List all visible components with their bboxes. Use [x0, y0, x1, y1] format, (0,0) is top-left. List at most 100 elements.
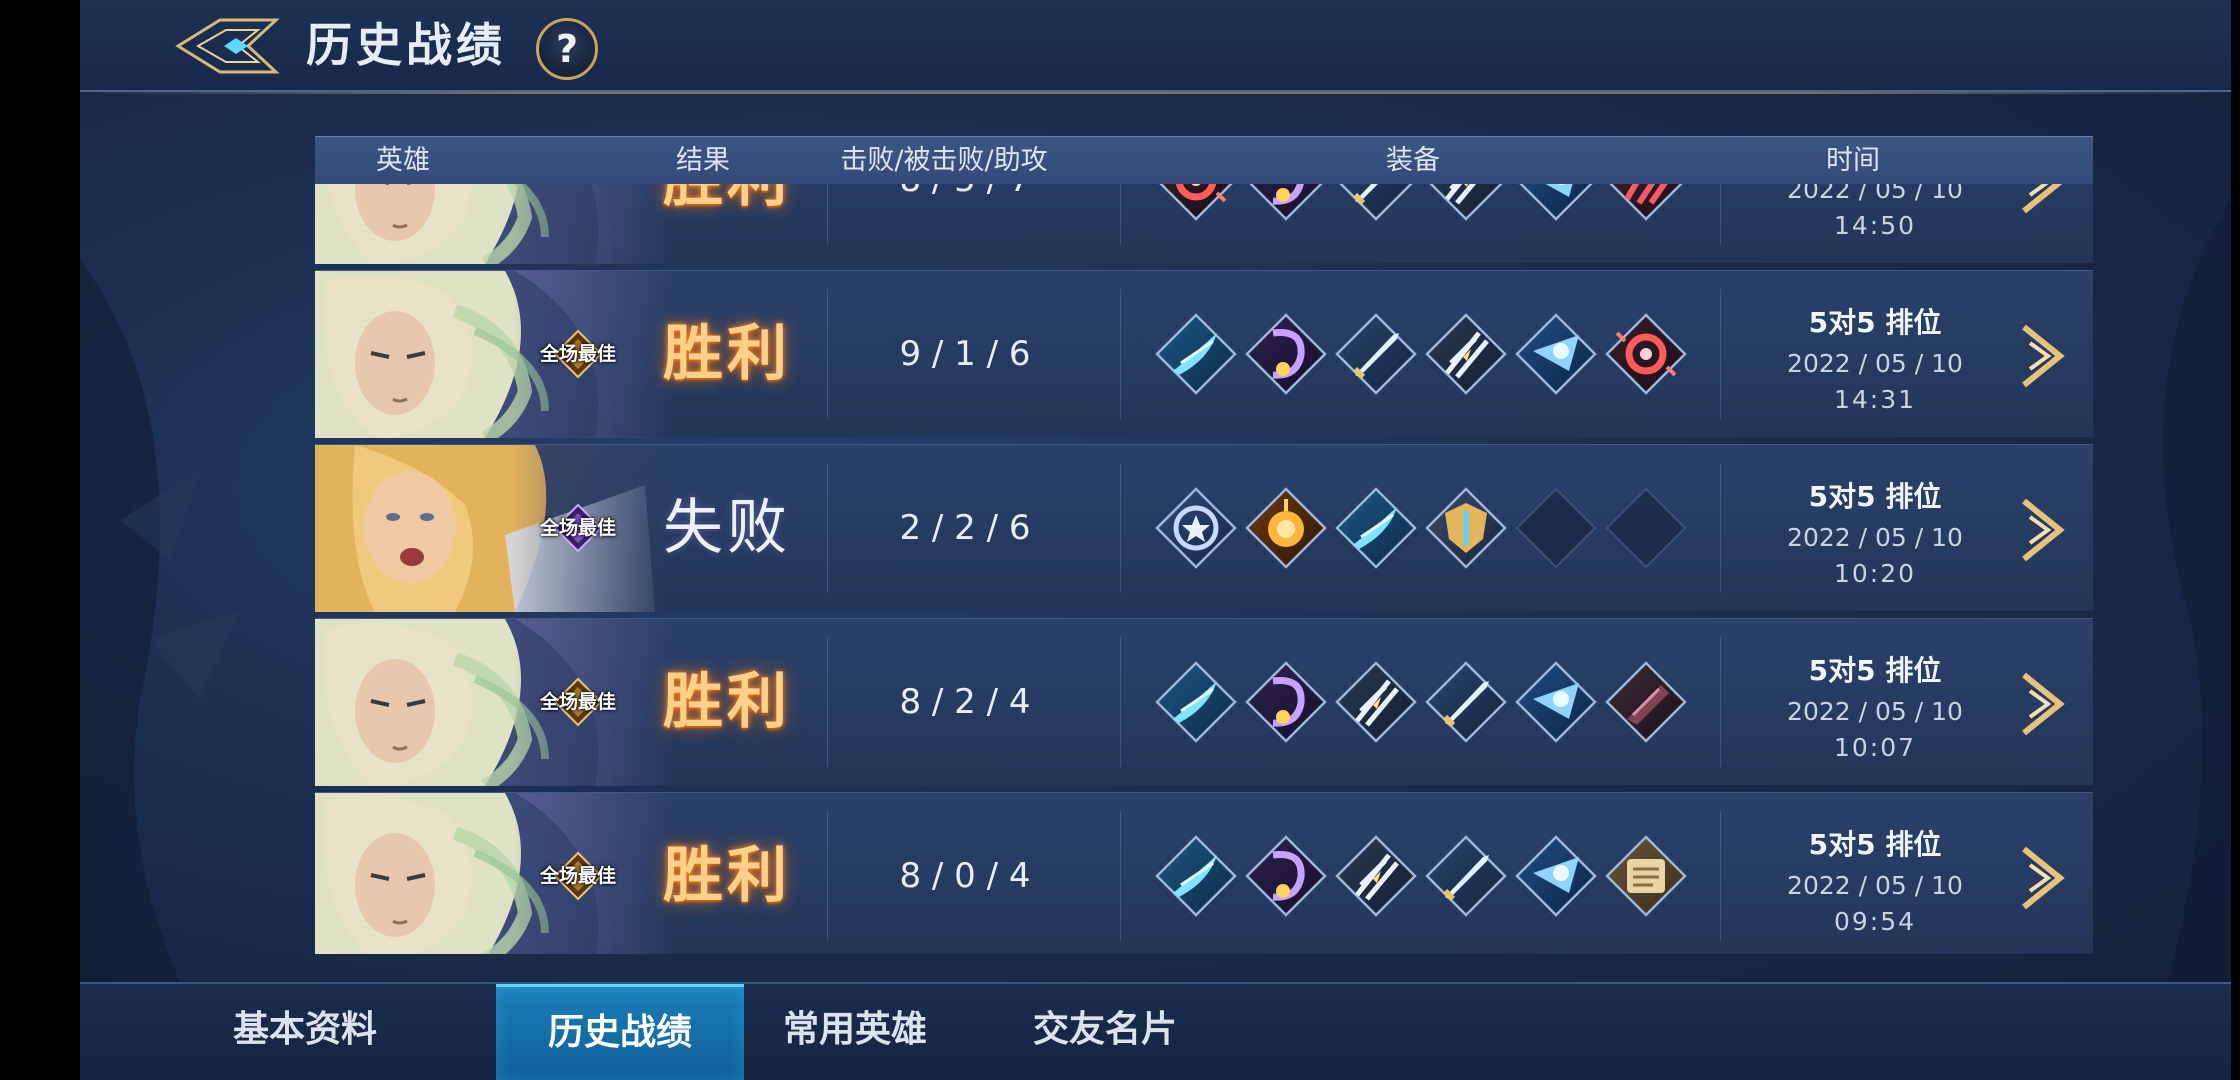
lightning-blade-item-icon [1333, 833, 1419, 919]
kda-score: 2 / 2 / 6 [899, 508, 1031, 548]
cyan-wing-item-icon [1153, 659, 1239, 745]
cyan-wing-item-icon [1333, 485, 1419, 571]
match-date: 2022 / 05 / 10 [1787, 697, 1963, 726]
column-divider [1720, 811, 1721, 941]
match-clock: 09:54 [1833, 907, 1917, 936]
mvp-label: 全场最佳 [539, 691, 616, 713]
blue-crest-item-icon [1513, 659, 1599, 745]
match-result: 胜利 [663, 667, 791, 737]
match-row[interactable]: 全场最佳 失败 2 / 2 / 6 5对5 排位 2022 / 05 / 10 10:20 [315, 444, 2093, 612]
chevron-right-icon[interactable] [2020, 184, 2066, 215]
column-header-kda: 击败/被击败/助攻 [840, 145, 1048, 176]
ice-sword-item-icon [1333, 184, 1419, 223]
hero-portrait [315, 184, 675, 264]
silver-medal-item-icon [1153, 485, 1239, 571]
kda-score: 8 / 0 / 4 [899, 856, 1031, 896]
screen: 历史战绩 ? 英雄 结果 击败/被击败/助攻 装备 时间 胜利 8 / 5 / 7… [0, 0, 2240, 1080]
mvp-badge: 全场最佳 [529, 503, 627, 553]
red-ring-item-icon [1603, 311, 1689, 397]
column-header-time: 时间 [1826, 145, 1880, 176]
golden-shield-item-icon [1423, 485, 1509, 571]
column-divider [1720, 184, 1721, 245]
column-divider [1720, 289, 1721, 419]
column-divider [1120, 811, 1121, 941]
tab-basic-info[interactable]: 基本资料 [220, 984, 390, 1080]
match-row[interactable]: 全场最佳 胜利 8 / 2 / 4 5对5 排位 2022 / 05 / 10 10:07 [315, 618, 2093, 786]
header-bar: 历史战绩 ? [80, 0, 2231, 94]
dark-claw-item-icon [1603, 659, 1689, 745]
match-clock: 10:07 [1833, 733, 1917, 762]
match-date: 2022 / 05 / 10 [1787, 523, 1963, 552]
tab-frequent-heroes[interactable]: 常用英雄 [770, 984, 940, 1080]
blue-crest-item-icon [1513, 833, 1599, 919]
chevron-right-icon[interactable] [2020, 845, 2066, 911]
empty-slot-icon [1513, 485, 1599, 571]
empty-slot-icon [1603, 485, 1689, 571]
mvp-label: 全场最佳 [539, 343, 616, 365]
match-result: 胜利 [627, 184, 827, 264]
mvp-badge: 全场最佳 [529, 329, 627, 379]
column-header-equipment: 装备 [1386, 145, 1440, 176]
lightning-blade-item-icon [1423, 311, 1509, 397]
match-result: 失败 [663, 493, 791, 563]
crimson-claw-item-icon [1603, 184, 1689, 223]
match-clock: 10:20 [1833, 559, 1917, 588]
match-date: 2022 / 05 / 10 [1787, 349, 1963, 378]
match-clock: 14:50 [1833, 211, 1917, 240]
mvp-badge: 全场最佳 [529, 677, 627, 727]
ice-sword-item-icon [1333, 311, 1419, 397]
blue-crest-item-icon [1513, 184, 1599, 223]
match-row[interactable]: 全场最佳 胜利 8 / 0 / 4 5对5 排位 2022 / 05 / 10 09:54 [315, 792, 2093, 954]
game-mode: 5对5 排位 [1808, 828, 1942, 861]
column-divider [1120, 637, 1121, 767]
kda-score: 9 / 1 / 6 [899, 334, 1031, 374]
match-history-list[interactable]: 胜利8 / 5 / 72022 / 05 / 1014:50全场最佳胜利9 / … [315, 184, 2093, 954]
chevron-right-icon[interactable] [2020, 497, 2066, 563]
match-time: 5对5 排位 2022 / 05 / 10 09:54 [1745, 793, 2005, 954]
column-header-hero: 英雄 [376, 145, 430, 176]
match-time: 2022 / 05 / 10 14:50 [1745, 184, 2005, 264]
match-date: 2022 / 05 / 10 [1787, 871, 1963, 900]
game-mode: 5对5 排位 [1808, 654, 1942, 687]
column-divider [827, 637, 828, 767]
match-time: 5对5 排位 2022 / 05 / 10 14:31 [1745, 271, 2005, 438]
lightning-blade-item-icon [1423, 184, 1509, 223]
column-header-result: 结果 [676, 145, 730, 176]
ice-sword-item-icon [1423, 659, 1509, 745]
match-row[interactable]: 全场最佳 胜利 9 / 1 / 6 5对5 排位 2022 / 05 / 10 14:31 [315, 270, 2093, 438]
cyan-wing-item-icon [1153, 833, 1239, 919]
bottom-tab-bar: 基本资料 历史战绩 常用英雄 交友名片 [80, 982, 2231, 1080]
lightning-blade-item-icon [1333, 659, 1419, 745]
column-divider [827, 289, 828, 419]
match-row[interactable]: 胜利 8 / 5 / 7 2022 / 05 / 10 14:50 [315, 184, 2093, 264]
cyan-wing-item-icon [1153, 311, 1239, 397]
right-screen-edge [2231, 0, 2240, 1080]
column-divider [827, 184, 828, 245]
purple-orb-item-icon [1243, 184, 1329, 223]
match-time: 5对5 排位 2022 / 05 / 10 10:07 [1745, 619, 2005, 786]
game-mode: 5对5 排位 [1808, 306, 1942, 339]
column-divider [1720, 463, 1721, 593]
tab-match-history[interactable]: 历史战绩 [496, 984, 744, 1080]
help-button[interactable]: ? [536, 18, 598, 80]
column-divider [1120, 289, 1121, 419]
mvp-label: 全场最佳 [539, 517, 616, 539]
match-clock: 14:31 [1833, 385, 1917, 414]
mvp-badge: 全场最佳 [529, 851, 627, 901]
blue-crest-item-icon [1513, 311, 1599, 397]
chevron-right-icon[interactable] [2020, 323, 2066, 389]
match-date: 2022 / 05 / 10 [1787, 184, 1963, 204]
purple-orb-item-icon [1243, 311, 1329, 397]
purple-orb-item-icon [1243, 659, 1329, 745]
red-ring-item-icon [1153, 184, 1239, 223]
tab-friend-card[interactable]: 交友名片 [1020, 984, 1190, 1080]
golden-amulet-item-icon [1243, 485, 1329, 571]
chevron-right-icon[interactable] [2020, 671, 2066, 737]
column-divider [1120, 184, 1121, 245]
column-divider [1720, 637, 1721, 767]
back-arrow-icon [175, 18, 280, 74]
kda-score: 8 / 2 / 4 [899, 682, 1031, 722]
column-divider [827, 811, 828, 941]
column-divider [1120, 463, 1121, 593]
back-button[interactable] [172, 14, 284, 78]
